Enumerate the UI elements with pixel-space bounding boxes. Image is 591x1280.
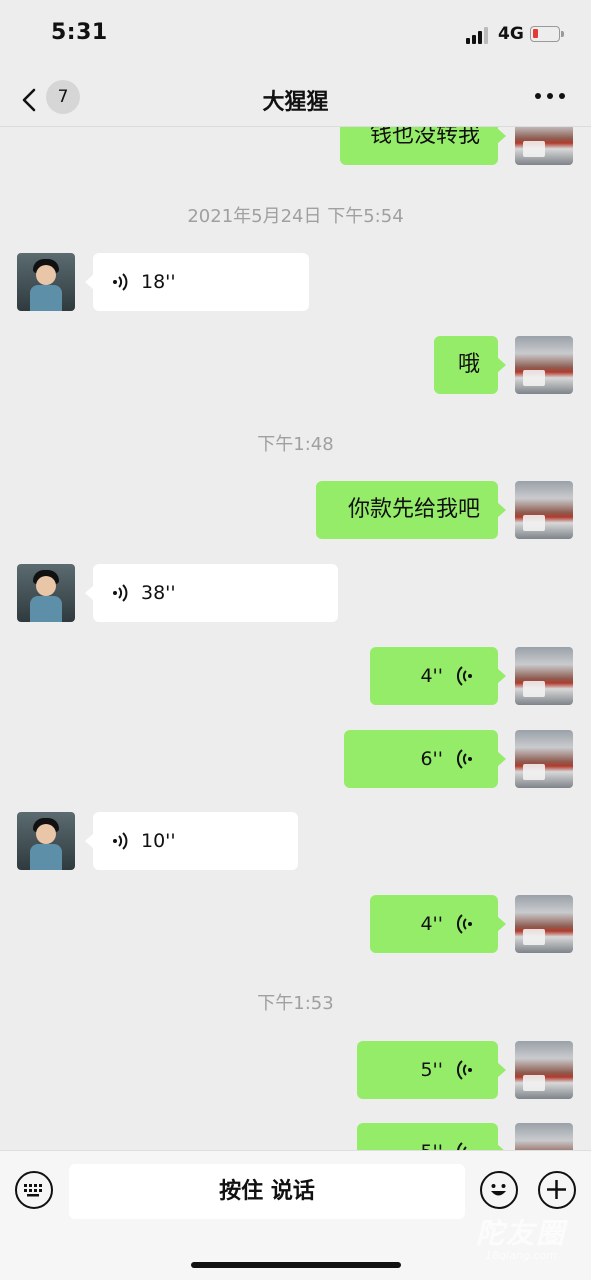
chat-header: 7 大猩猩 bbox=[0, 70, 591, 127]
battery-icon bbox=[530, 26, 564, 42]
message-text: 哦 bbox=[457, 352, 480, 377]
watermark: 陀友圈 18qiang.com bbox=[456, 1219, 586, 1269]
voice-duration: 38'' bbox=[141, 582, 176, 604]
voice-wave-icon bbox=[456, 666, 472, 686]
message-text: 钱也没转我 bbox=[369, 127, 480, 148]
voice-duration: 4'' bbox=[420, 913, 443, 935]
network-type: 4G bbox=[498, 24, 524, 44]
my-avatar[interactable] bbox=[515, 730, 573, 788]
voice-duration: 4'' bbox=[420, 665, 443, 687]
voice-wave-icon bbox=[113, 584, 128, 602]
hold-to-talk-button[interactable]: 按住 说话 bbox=[69, 1164, 465, 1219]
voice-message[interactable]: 18'' bbox=[85, 253, 309, 311]
input-bar: 按住 说话 陀友圈 18qiang.com bbox=[0, 1150, 591, 1280]
voice-wave-icon bbox=[457, 1142, 467, 1150]
voice-message[interactable]: 10'' bbox=[85, 812, 298, 870]
my-avatar[interactable] bbox=[515, 127, 573, 165]
signal-icon bbox=[466, 26, 492, 44]
voice-duration: 10'' bbox=[141, 830, 176, 852]
message-bubble[interactable]: 钱也没转我 bbox=[340, 127, 506, 165]
chat-title: 大猩猩 bbox=[262, 90, 329, 115]
voice-message[interactable]: 5'' bbox=[357, 1123, 506, 1150]
watermark-sub: 18qiang.com bbox=[485, 1249, 557, 1262]
keyboard-toggle-button[interactable] bbox=[15, 1171, 53, 1209]
voice-wave-icon bbox=[113, 273, 128, 291]
voice-duration: 6'' bbox=[420, 748, 443, 770]
emoji-button[interactable] bbox=[480, 1171, 518, 1209]
voice-message[interactable]: 6'' bbox=[344, 730, 506, 788]
voice-duration: 5'' bbox=[420, 1123, 443, 1150]
my-avatar[interactable] bbox=[515, 481, 573, 539]
voice-message[interactable]: 4'' bbox=[370, 895, 506, 953]
contact-avatar[interactable] bbox=[17, 812, 75, 870]
my-avatar[interactable] bbox=[515, 1123, 573, 1150]
voice-message[interactable]: 5'' bbox=[357, 1041, 506, 1099]
voice-message[interactable]: 38'' bbox=[85, 564, 338, 622]
timestamp: 2021年5月24日 下午5:54 bbox=[187, 206, 404, 227]
voice-duration: 5'' bbox=[420, 1059, 443, 1081]
voice-message[interactable]: 4'' bbox=[370, 647, 506, 705]
timestamp: 下午1:48 bbox=[257, 434, 334, 455]
voice-wave-icon bbox=[456, 1060, 472, 1080]
keyboard-icon bbox=[24, 1184, 42, 1197]
watermark-main: 陀友圈 bbox=[475, 1217, 566, 1250]
message-bubble[interactable]: 哦 bbox=[434, 336, 506, 394]
my-avatar[interactable] bbox=[515, 647, 573, 705]
contact-avatar[interactable] bbox=[17, 564, 75, 622]
timestamp: 下午1:53 bbox=[257, 993, 334, 1014]
voice-wave-icon bbox=[456, 749, 472, 769]
status-bar: 5:31 4G bbox=[0, 0, 591, 70]
voice-duration: 18'' bbox=[141, 271, 176, 293]
more-functions-button[interactable] bbox=[538, 1171, 576, 1209]
status-time: 5:31 bbox=[51, 20, 108, 45]
plus-icon bbox=[547, 1180, 566, 1199]
message-text: 你款先给我吧 bbox=[347, 497, 480, 522]
message-list[interactable]: 钱也没转我 2021年5月24日 下午5:54 18'' 哦 下午1:48 你款… bbox=[0, 127, 591, 1150]
more-options-icon[interactable] bbox=[535, 90, 567, 104]
voice-wave-icon bbox=[456, 914, 472, 934]
voice-wave-icon bbox=[113, 832, 128, 850]
contact-avatar[interactable] bbox=[17, 253, 75, 311]
home-indicator[interactable] bbox=[191, 1262, 401, 1268]
smiley-icon bbox=[491, 1184, 506, 1196]
message-bubble[interactable]: 你款先给我吧 bbox=[316, 481, 506, 539]
my-avatar[interactable] bbox=[515, 895, 573, 953]
my-avatar[interactable] bbox=[515, 336, 573, 394]
my-avatar[interactable] bbox=[515, 1041, 573, 1099]
